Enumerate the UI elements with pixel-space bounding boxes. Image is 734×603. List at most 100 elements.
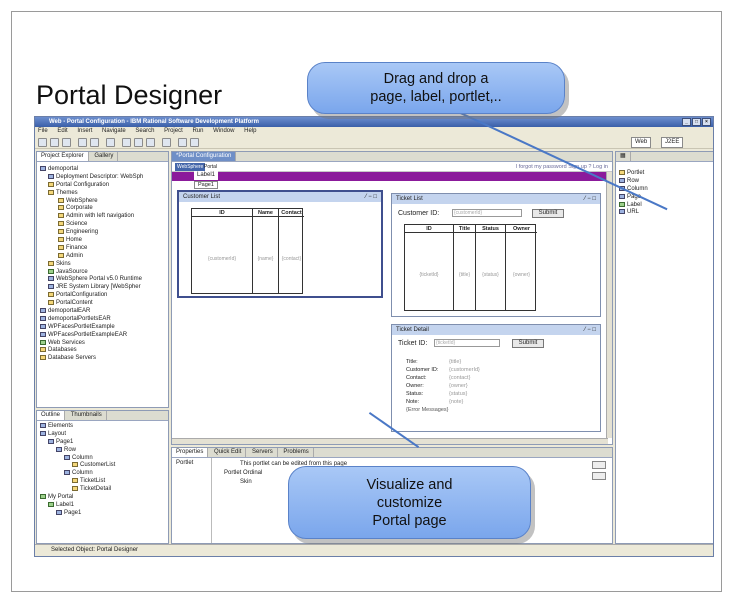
customer-list-portlet[interactable]: Customer List ⁄ − □ ID {customerId} Name… bbox=[177, 190, 383, 298]
ticket-list-portlet[interactable]: Ticket List ⁄ − □ Customer ID: {customer… bbox=[391, 193, 601, 317]
outline-item[interactable]: CustomerList bbox=[40, 462, 165, 470]
tree-item[interactable]: Science bbox=[40, 221, 165, 229]
tab-outline[interactable]: Outline bbox=[37, 411, 66, 420]
palette-item-url[interactable]: URL bbox=[619, 209, 710, 217]
outline-item[interactable]: Column bbox=[40, 470, 165, 478]
ticket-detail-submit-button[interactable]: Submit bbox=[512, 339, 544, 348]
portlet-controls[interactable]: ⁄ − □ bbox=[585, 194, 596, 204]
forward-icon[interactable] bbox=[190, 138, 199, 147]
outline-item[interactable]: Row bbox=[40, 446, 165, 455]
tree-item[interactable]: Portal Configuration bbox=[40, 181, 165, 190]
run-icon[interactable] bbox=[134, 138, 143, 147]
portlet-controls[interactable]: ⁄ − □ bbox=[366, 192, 377, 202]
outline-item[interactable]: Page1 bbox=[40, 509, 165, 518]
tree-item[interactable]: Deployment Descriptor: WebSph bbox=[40, 173, 165, 182]
outline-item[interactable]: Layout bbox=[40, 430, 165, 439]
tab-thumbnails[interactable]: Thumbnails bbox=[67, 411, 107, 420]
server-icon[interactable] bbox=[162, 138, 171, 147]
tab-project-explorer[interactable]: Project Explorer bbox=[37, 152, 89, 161]
menu-file[interactable]: File bbox=[38, 128, 48, 134]
copy-icon[interactable] bbox=[78, 138, 87, 147]
dropdown-ordinal[interactable] bbox=[592, 461, 606, 469]
save-icon[interactable] bbox=[50, 138, 59, 147]
tab-gallery[interactable]: Gallery bbox=[90, 152, 119, 161]
tree-item[interactable]: demoportalEAR bbox=[40, 308, 165, 316]
portlet-title: Customer List bbox=[183, 194, 221, 200]
menu-help[interactable]: Help bbox=[244, 128, 256, 134]
portlet-controls[interactable]: ⁄ − □ bbox=[585, 325, 596, 335]
tree-item[interactable]: demoportalPortletsEAR bbox=[40, 315, 165, 324]
tab-properties[interactable]: Properties bbox=[172, 448, 209, 457]
tree-item[interactable]: Web Services bbox=[40, 339, 165, 348]
tree-item[interactable]: WebSphere bbox=[40, 197, 165, 206]
tree-item[interactable]: Database Servers bbox=[40, 355, 165, 363]
ticket-list-submit-button[interactable]: Submit bbox=[532, 209, 564, 218]
menu-window[interactable]: Window bbox=[213, 128, 234, 134]
tab-palette[interactable]: ▦ bbox=[616, 152, 631, 161]
ticket-id-input[interactable]: {ticketId} bbox=[434, 339, 500, 347]
tree-item[interactable]: JavaSource bbox=[40, 268, 165, 277]
tree-item[interactable]: Admin bbox=[40, 252, 165, 261]
minimize-button[interactable]: _ bbox=[682, 118, 691, 126]
new-icon[interactable] bbox=[38, 138, 47, 147]
outline-item[interactable]: My Portal bbox=[40, 494, 165, 502]
outline-item[interactable]: TicketList bbox=[40, 478, 165, 486]
menu-edit[interactable]: Edit bbox=[57, 128, 67, 134]
customer-id-input[interactable]: {customerId} bbox=[452, 209, 522, 217]
tree-item[interactable]: Corporate bbox=[40, 205, 165, 213]
perspective-web[interactable]: Web bbox=[631, 137, 652, 148]
tree-item[interactable]: WPFacesPortletExample bbox=[40, 323, 165, 332]
label-tab[interactable]: Label1 bbox=[194, 171, 219, 180]
tree-item[interactable]: Finance bbox=[40, 244, 165, 253]
tab-quick-edit[interactable]: Quick Edit bbox=[210, 448, 247, 457]
menu-run[interactable]: Run bbox=[192, 128, 203, 134]
tab-portal-configuration[interactable]: *Portal Configuration bbox=[172, 152, 237, 161]
palette-item-page[interactable]: Page bbox=[619, 193, 710, 202]
dropdown-skin[interactable] bbox=[592, 472, 606, 480]
print-icon[interactable] bbox=[62, 138, 71, 147]
tree-item[interactable]: demoportal bbox=[40, 166, 165, 174]
properties-section-portlet[interactable]: Portlet bbox=[176, 460, 193, 466]
tree-item[interactable]: Themes bbox=[40, 189, 165, 198]
tree-item[interactable]: Home bbox=[40, 237, 165, 245]
close-button[interactable]: × bbox=[702, 118, 711, 126]
editor-vertical-scrollbar[interactable] bbox=[606, 172, 612, 438]
layout-icon bbox=[40, 430, 46, 436]
page-tab[interactable]: Page1 bbox=[194, 181, 218, 189]
outline-item[interactable]: Elements bbox=[40, 423, 165, 431]
back-icon[interactable] bbox=[178, 138, 187, 147]
ticket-detail-portlet[interactable]: Ticket Detail ⁄ − □ Ticket ID: {ticketId… bbox=[391, 324, 601, 432]
perspective-j2ee[interactable]: J2EE bbox=[661, 137, 684, 148]
palette-item-row[interactable]: Row bbox=[619, 177, 710, 186]
tree-item[interactable]: WPFacesPortletExampleEAR bbox=[40, 331, 165, 340]
tree-item[interactable]: Skins bbox=[40, 260, 165, 269]
portlet-icon bbox=[72, 486, 78, 492]
tree-item[interactable]: PortalConfiguration bbox=[40, 292, 165, 300]
paste-icon[interactable] bbox=[90, 138, 99, 147]
tree-item[interactable]: PortalContent bbox=[40, 300, 165, 308]
maximize-button[interactable]: □ bbox=[692, 118, 701, 126]
header-links[interactable]: I forgot my password Sign up ? Log in bbox=[516, 162, 608, 172]
outline-item[interactable]: Page1 bbox=[40, 438, 165, 447]
outline-item[interactable]: TicketDetail bbox=[40, 486, 165, 494]
menu-search[interactable]: Search bbox=[135, 128, 154, 134]
menu-navigate[interactable]: Navigate bbox=[102, 128, 126, 134]
editor-horizontal-scrollbar[interactable] bbox=[172, 438, 608, 444]
menu-project[interactable]: Project bbox=[164, 128, 183, 134]
tab-problems[interactable]: Problems bbox=[279, 448, 314, 457]
tab-servers[interactable]: Servers bbox=[248, 448, 278, 457]
outline-item[interactable]: Column bbox=[40, 454, 165, 463]
search-icon[interactable] bbox=[146, 138, 155, 147]
tree-item[interactable]: WebSphere Portal v5.0 Runtime bbox=[40, 276, 165, 284]
page-bar: Page1 bbox=[172, 181, 612, 189]
palette-item-portlet[interactable]: Portlet bbox=[619, 170, 710, 178]
undo-icon[interactable] bbox=[106, 138, 115, 147]
portlet-icon bbox=[619, 170, 625, 175]
tree-item[interactable]: Admin with left navigation bbox=[40, 213, 165, 221]
outline-item[interactable]: Label1 bbox=[40, 501, 165, 510]
menu-insert[interactable]: Insert bbox=[77, 128, 92, 134]
tree-item[interactable]: JRE System Library [WebSpher bbox=[40, 284, 165, 292]
tree-item[interactable]: Databases bbox=[40, 347, 165, 355]
tree-item[interactable]: Engineering bbox=[40, 229, 165, 237]
debug-icon[interactable] bbox=[122, 138, 131, 147]
